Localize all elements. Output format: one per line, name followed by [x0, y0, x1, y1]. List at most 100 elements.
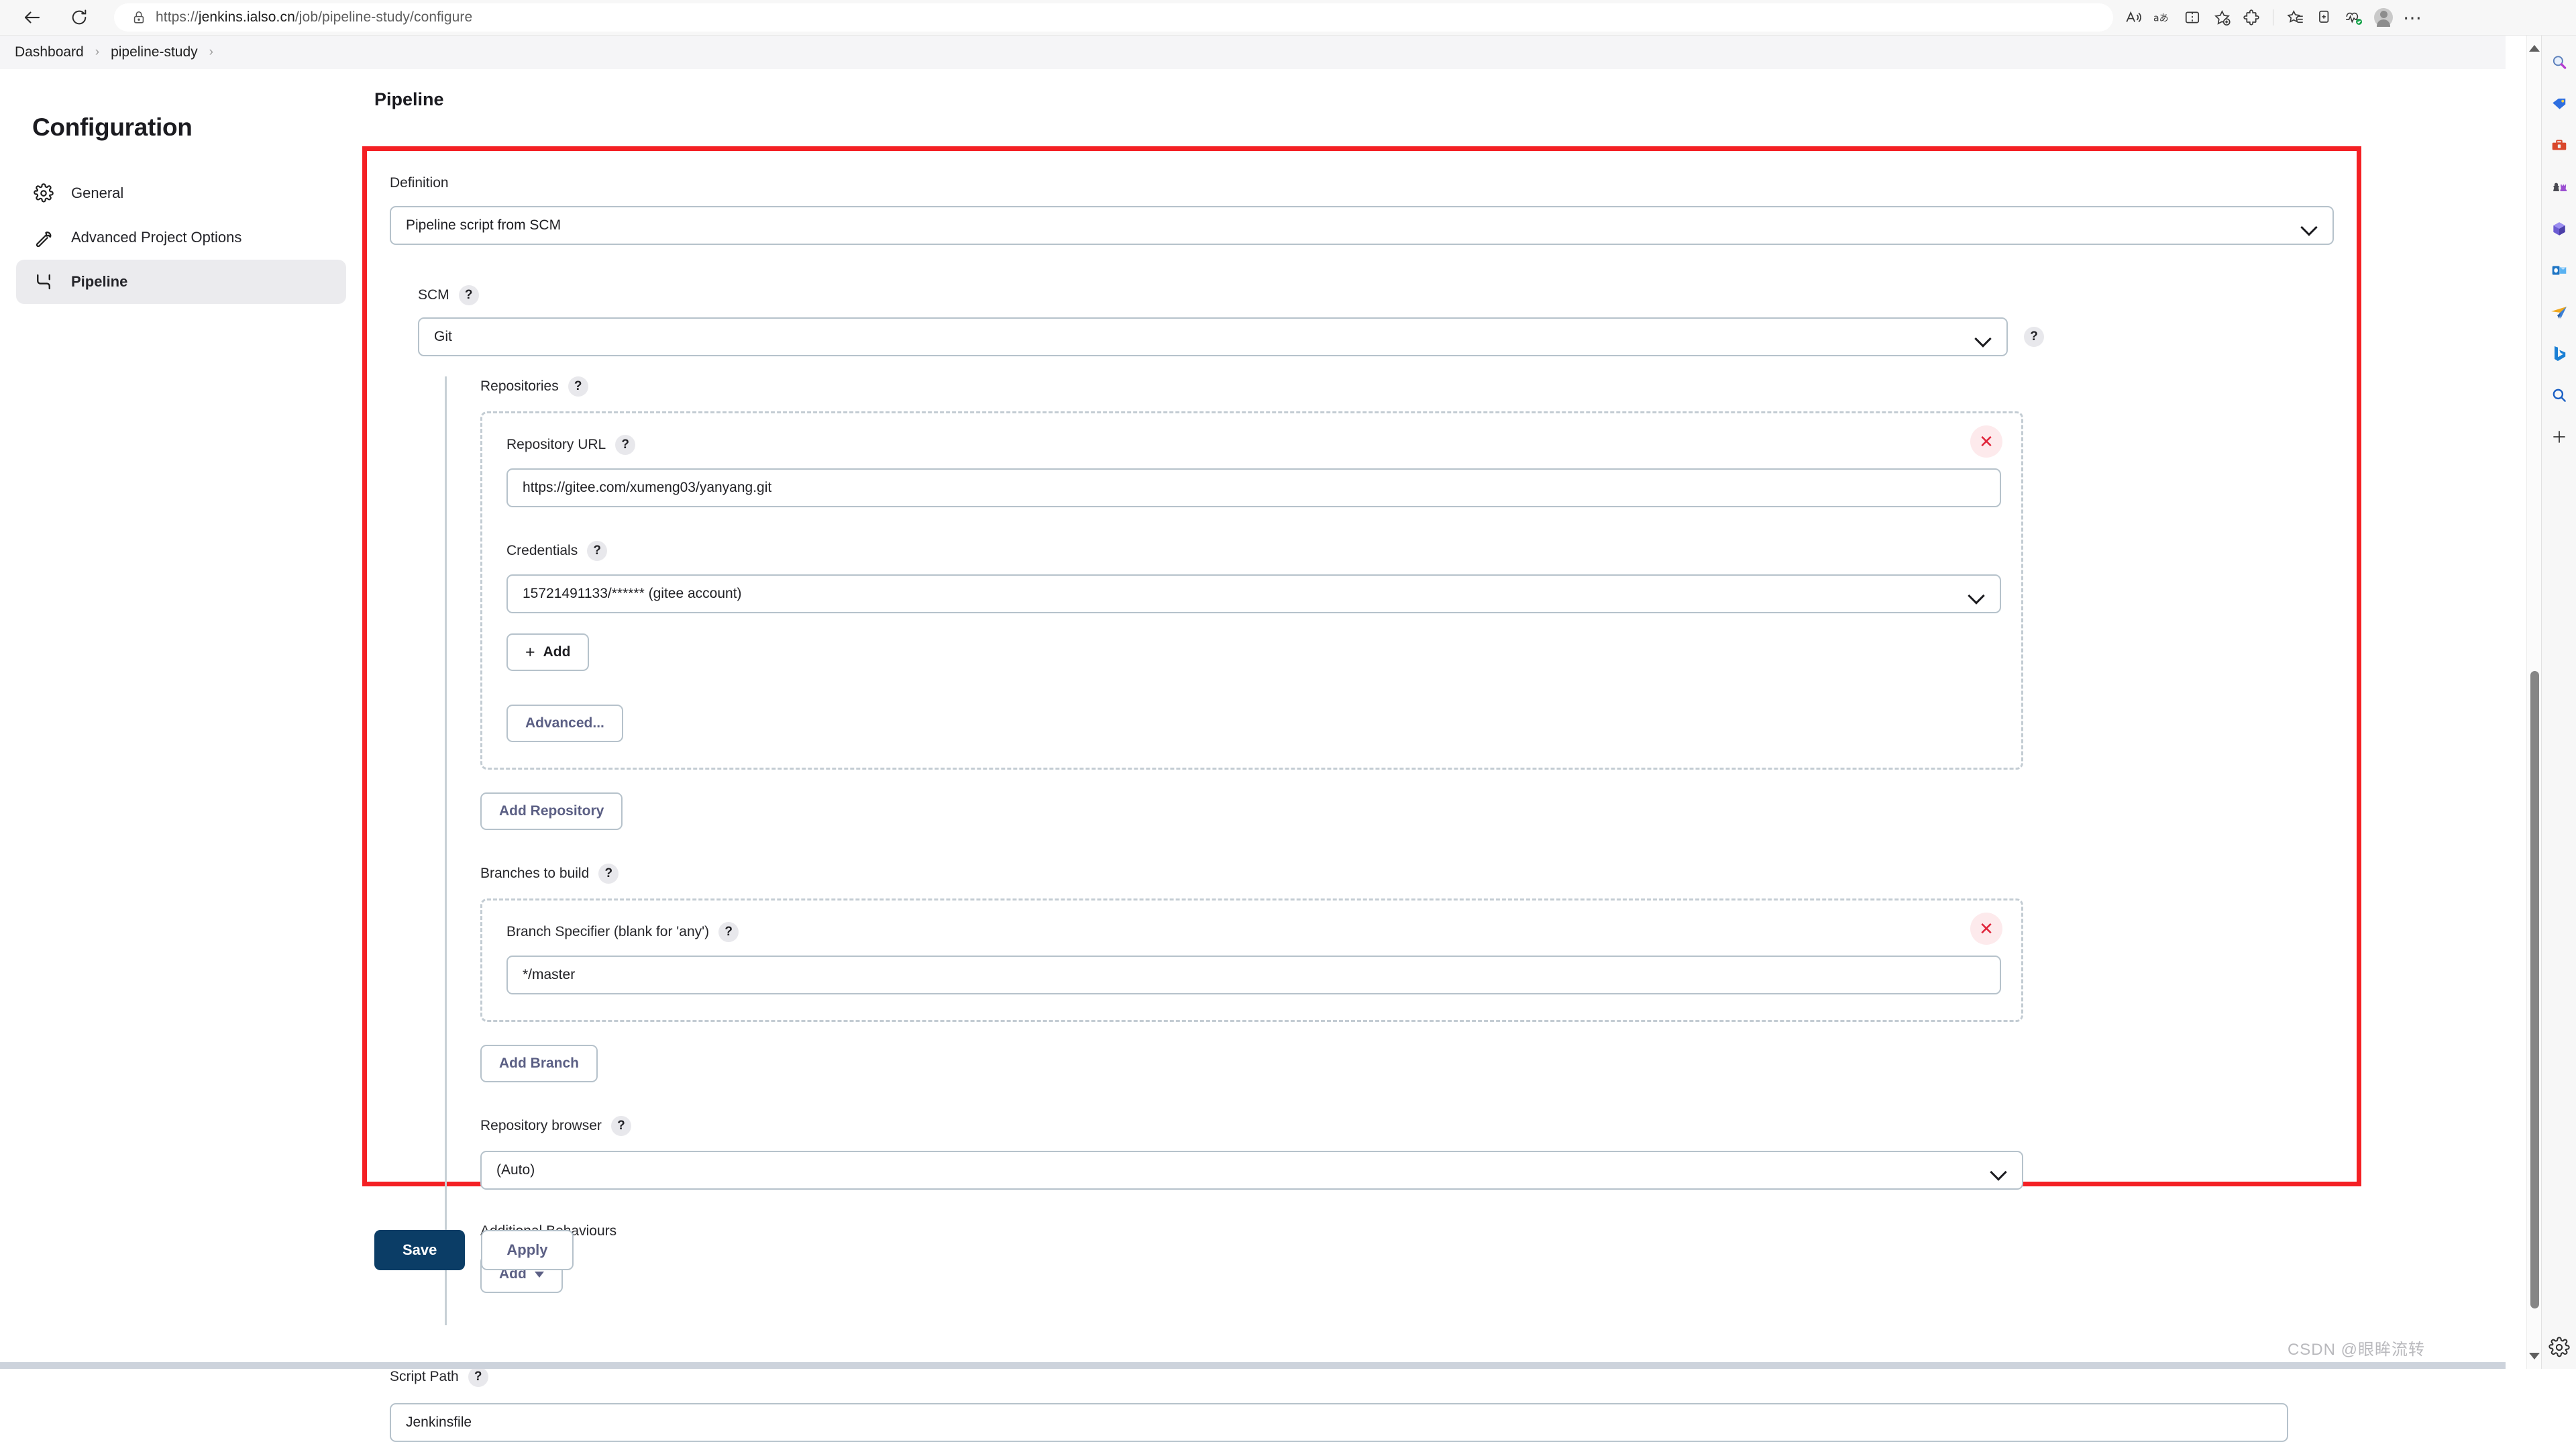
gear-icon — [34, 182, 60, 205]
microsoft-365-icon[interactable] — [2546, 215, 2573, 242]
add-credentials-row: + Add — [506, 633, 1997, 671]
address-bar[interactable]: https://jenkins.ialso.cn/job/pipeline-st… — [114, 3, 2113, 32]
scrollbar-thumb[interactable] — [2530, 671, 2539, 1308]
url-path: /job/pipeline-study/configure — [294, 9, 473, 25]
breadcrumb-item-dashboard[interactable]: Dashboard — [15, 44, 84, 60]
pipeline-definition-highlight-box: Definition Pipeline script from SCM SCM … — [362, 146, 2361, 1442]
add-repository-button[interactable]: Add Repository — [480, 792, 623, 830]
watermark: CSDN @眼眸流转 — [2287, 1341, 2425, 1359]
help-icon-script-path[interactable]: ? — [468, 1367, 488, 1387]
search-sidebar-icon[interactable] — [2546, 49, 2573, 76]
add-sidebar-icon[interactable] — [2546, 423, 2573, 450]
bing-icon[interactable] — [2546, 340, 2573, 367]
branch-entry-card: ✕ Branch Specifier (blank for 'any') ? *… — [480, 898, 2023, 1022]
chevron-right-icon-2: › — [209, 45, 213, 59]
credentials-select[interactable]: 15721491133/****** (gitee account) — [506, 574, 2001, 613]
extensions-icon[interactable] — [2237, 4, 2266, 31]
scm-select[interactable]: Git — [418, 317, 2008, 356]
repository-url-input[interactable]: https://gitee.com/xumeng03/yanyang.git — [506, 468, 2001, 507]
branch-specifier-input[interactable]: */master — [506, 956, 2001, 994]
advanced-button[interactable]: Advanced... — [506, 705, 623, 742]
help-icon-scm-trailing[interactable]: ? — [2024, 327, 2044, 347]
chevron-right-icon: › — [95, 45, 100, 59]
help-icon-scm[interactable]: ? — [458, 285, 479, 305]
sidebar-item-general[interactable]: General — [16, 171, 346, 215]
scm-field-row: Git ? — [418, 317, 2334, 356]
sidebar-item-pipeline[interactable]: Pipeline — [16, 260, 346, 304]
close-icon-repository[interactable]: ✕ — [1970, 425, 2002, 458]
url-scheme: https:// — [156, 9, 199, 25]
page-scrollbar[interactable] — [2526, 36, 2541, 1369]
sidebar-item-label: Advanced Project Options — [71, 229, 242, 246]
url-host: jenkins.ialso.cn — [198, 9, 295, 25]
sidebar-nav-list: General Advanced Project Options Pipelin… — [0, 171, 362, 304]
performance-icon[interactable] — [2339, 4, 2369, 31]
breadcrumb-item-pipeline-study[interactable]: pipeline-study — [111, 44, 198, 60]
read-aloud-icon[interactable] — [2118, 4, 2148, 31]
add-favorite-icon[interactable] — [2207, 4, 2237, 31]
close-icon-branch[interactable]: ✕ — [1970, 913, 2002, 945]
repository-browser-label: Repository browser ? — [480, 1116, 2334, 1136]
help-icon-credentials[interactable]: ? — [587, 541, 608, 561]
scroll-up-arrow[interactable] — [2528, 45, 2540, 52]
gear-icon[interactable] — [2547, 1335, 2571, 1359]
scm-label: SCM ? — [418, 285, 2334, 305]
games-icon[interactable] — [2546, 174, 2573, 201]
form-action-bar: Save Apply — [362, 1210, 2506, 1290]
definition-label: Definition — [390, 175, 2334, 191]
sidebar-item-advanced-project-options[interactable]: Advanced Project Options — [16, 215, 346, 260]
avatar[interactable] — [2369, 4, 2398, 31]
plus-icon: + — [525, 642, 535, 662]
discover-search-icon[interactable] — [2546, 382, 2573, 409]
script-path-value: Jenkinsfile — [406, 1414, 472, 1430]
browser-toolbar: https://jenkins.ialso.cn/job/pipeline-st… — [0, 0, 2576, 36]
drop-icon[interactable] — [2546, 299, 2573, 325]
branch-specifier-value: */master — [523, 967, 576, 982]
help-icon-branches[interactable]: ? — [598, 864, 619, 884]
definition-select-value: Pipeline script from SCM — [406, 217, 561, 233]
add-credentials-button[interactable]: + Add — [506, 633, 590, 671]
svg-text:aあ: aあ — [2153, 13, 2169, 24]
sidebar-item-label: Pipeline — [71, 273, 128, 290]
help-icon-branch-specifier[interactable]: ? — [718, 922, 739, 942]
repository-url-label: Repository URL ? — [506, 435, 1997, 455]
scm-block: SCM ? Git ? Repositories ? ✕ Repository … — [390, 285, 2334, 1325]
apply-button[interactable]: Apply — [481, 1230, 574, 1270]
save-button[interactable]: Save — [374, 1230, 466, 1270]
help-icon-repository-browser[interactable]: ? — [610, 1116, 631, 1136]
credentials-label-text: Credentials — [506, 543, 578, 558]
add-branch-button[interactable]: Add Branch — [480, 1045, 598, 1082]
sidebar-item-label: General — [71, 185, 124, 201]
branch-specifier-label-text: Branch Specifier (blank for 'any') — [506, 924, 710, 939]
tools-box-icon[interactable] — [2546, 132, 2573, 159]
browser-essentials-icon[interactable] — [2310, 4, 2339, 31]
collections-icon[interactable] — [2280, 4, 2310, 31]
help-icon-repository-url[interactable]: ? — [615, 435, 636, 455]
translate-icon[interactable]: aあ — [2148, 4, 2178, 31]
outlook-icon[interactable] — [2546, 257, 2573, 284]
advanced-row: Advanced... — [506, 705, 1997, 742]
settings-and-more-icon[interactable]: ⋯ — [2398, 4, 2428, 31]
split-screen-icon[interactable] — [2178, 4, 2207, 31]
repository-browser-select[interactable]: (Auto) — [480, 1151, 2023, 1190]
pipeline-icon — [34, 270, 60, 293]
shopping-tag-icon[interactable] — [2546, 91, 2573, 117]
git-scm-section: Repositories ? ✕ Repository URL ? https:… — [445, 376, 2334, 1325]
help-icon-repositories[interactable]: ? — [568, 376, 588, 397]
definition-label-text: Definition — [390, 175, 449, 191]
back-arrow-icon[interactable] — [13, 4, 51, 31]
credentials-label: Credentials ? — [506, 541, 1997, 561]
reload-icon[interactable] — [60, 4, 98, 31]
script-path-label: Script Path ? — [390, 1367, 2334, 1387]
pipeline-config-content: Pipeline Definition Pipeline script from… — [362, 69, 2506, 1442]
scroll-down-arrow[interactable] — [2528, 1353, 2540, 1359]
page-title: Configuration — [32, 113, 193, 141]
address-bar-url: https://jenkins.ialso.cn/job/pipeline-st… — [156, 9, 472, 25]
script-path-input[interactable]: Jenkinsfile — [390, 1403, 2288, 1442]
repository-browser-label-text: Repository browser — [480, 1118, 602, 1133]
edge-app-sidebar — [2541, 36, 2576, 1369]
branches-to-build-label-text: Branches to build — [480, 866, 590, 881]
definition-select[interactable]: Pipeline script from SCM — [390, 206, 2334, 245]
scm-label-text: SCM — [418, 287, 449, 303]
script-path-label-text: Script Path — [390, 1369, 459, 1384]
